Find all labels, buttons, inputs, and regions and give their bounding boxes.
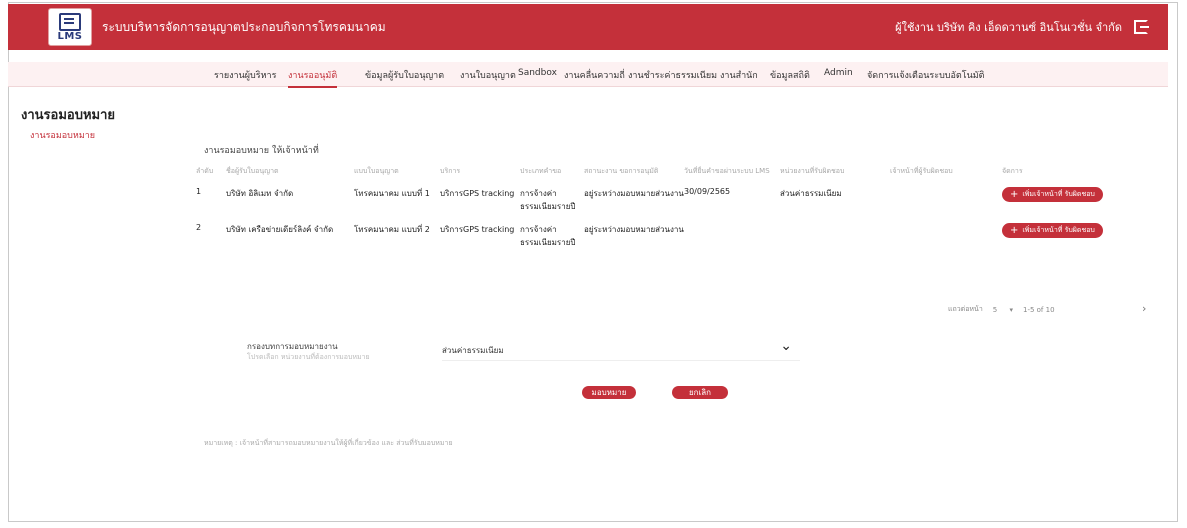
chevron-down-icon[interactable]: ⌄ — [780, 338, 792, 354]
nav-fee-payment[interactable]: งานชำระค่าธรรมเนียม — [628, 68, 717, 82]
rows-per-page-value: 5 — [992, 305, 998, 314]
main-nav: รายงานผู้บริหาร งานรออนุมัติ ข้อมูลผู้รั… — [8, 62, 1168, 88]
nav-sandbox[interactable]: Sandbox — [518, 68, 557, 78]
top-header: LMS ระบบบริหารจัดการอนุญาตประกอบกิจการโท… — [8, 4, 1168, 50]
rows-per-page-select[interactable]: 5 ▾ — [993, 306, 1013, 314]
cell-name: บริษัท อิลิเมท จำกัด — [226, 189, 294, 198]
cell-name: บริษัท เครือข่ายเดียร์ลิงค์ จำกัด — [226, 225, 334, 234]
col-header-service: บริการ — [440, 167, 461, 175]
cell-date: 30/09/2565 — [684, 187, 731, 196]
cell-request: การจ้างค่าธรรมเนียมรายปี — [520, 225, 576, 247]
document-icon — [59, 12, 81, 31]
logo-text: LMS — [57, 30, 83, 42]
cell-license: โทรคมนาคม แบบที่ 1 — [354, 189, 430, 198]
add-officer-button[interactable]: + เพิ่มเจ้าหน้าที่ รับผิดชอบ — [1002, 223, 1103, 238]
pagination: แถวต่อหน้า 5 ▾ 1-5 of 10 › — [948, 302, 1146, 315]
table-row: 2 บริษัท เครือข่ายเดียร์ลิงค์ จำกัด โทรค… — [196, 219, 1103, 255]
col-header-manage: จัดการ — [1002, 167, 1023, 175]
add-officer-label: เพิ่มเจ้าหน้าที่ รับผิดชอบ — [1022, 190, 1095, 198]
plus-icon: + — [1010, 224, 1019, 236]
unit-select-value: ส่วนค่าธรรมเนียม — [442, 346, 504, 355]
col-header-license: แบบใบอนุญาต — [354, 167, 399, 175]
table-header-row: ลำดับ ชื่อผู้รับใบอนุญาต แบบใบอนุญาต บริ… — [196, 166, 1103, 183]
lms-logo[interactable]: LMS — [48, 8, 92, 46]
nav-pending-approval[interactable]: งานรออนุมัติ — [288, 68, 338, 88]
cell-service: บริการGPS tracking — [440, 189, 515, 198]
nav-executive-report[interactable]: รายงานผู้บริหาร — [214, 68, 276, 82]
rows-per-page-label: แถวต่อหน้า — [948, 305, 983, 313]
cell-date — [684, 219, 780, 255]
section-title: งานรอมอบหมาย ให้เจ้าหน้าที่ — [204, 146, 319, 156]
cell-no: 1 — [196, 187, 202, 196]
user-name: ผู้ใช้งาน บริษัท คิง เอ็ดดวานซ์ อินโนเวช… — [895, 21, 1122, 34]
table-row: 1 บริษัท อิลิเมท จำกัด โทรคมนาคม แบบที่ … — [196, 183, 1103, 219]
cell-action: + เพิ่มเจ้าหน้าที่ รับผิดชอบ — [1002, 219, 1103, 255]
plus-icon: + — [1010, 188, 1019, 200]
unit-select[interactable]: ส่วนค่าธรรมเนียม ⌄ — [442, 338, 800, 361]
add-officer-label: เพิ่มเจ้าหน้าที่ รับผิดชอบ — [1022, 226, 1095, 234]
cell-officer — [890, 219, 1002, 255]
col-header-unit: หน่วยงานที่รับผิดชอบ — [780, 167, 845, 175]
page-range: 1-5 of 10 — [1022, 305, 1055, 314]
page-title: งานรอมอบหมาย — [21, 108, 116, 123]
col-header-request: ประเภทคำขอ — [520, 167, 562, 175]
breadcrumb[interactable]: งานรอมอบหมาย — [30, 128, 95, 142]
footer-note: หมายเหตุ : เจ้าหน้าที่สามารถมอบหมายงานให… — [204, 439, 453, 447]
col-header-name: ชื่อผู้รับใบอนุญาต — [226, 167, 279, 175]
cell-action: + เพิ่มเจ้าหน้าที่ รับผิดชอบ — [1002, 183, 1103, 219]
assign-filter-hint: โปรดเลือก หน่วยงานที่ต้องการมอบหมาย — [247, 353, 370, 361]
cell-officer — [890, 183, 1002, 219]
nav-office-work[interactable]: งานสำนัก — [720, 68, 758, 82]
nav-licensee-info[interactable]: ข้อมูลผู้รับใบอนุญาต — [365, 68, 444, 82]
cell-no: 2 — [196, 223, 202, 232]
cell-unit — [780, 219, 890, 255]
col-header-status: สถานะงาน ขอการอนุมัติ — [584, 167, 659, 175]
nav-admin[interactable]: Admin — [824, 68, 853, 78]
cell-request: การจ้างค่าธรรมเนียมรายปี — [520, 189, 576, 211]
assignment-table: ลำดับ ชื่อผู้รับใบอนุญาต แบบใบอนุญาต บริ… — [196, 166, 1103, 255]
cell-license: โทรคมนาคม แบบที่ 2 — [354, 225, 430, 234]
nav-license-work[interactable]: งานใบอนุญาต — [460, 68, 516, 82]
nav-statistics[interactable]: ข้อมูลสถิติ — [770, 68, 810, 82]
cell-service: บริการGPS tracking — [440, 225, 515, 234]
cell-status: อยู่ระหว่างมอบหมายส่วนงาน — [584, 225, 684, 234]
app-title: ระบบบริหารจัดการอนุญาตประกอบกิจการโทรคมน… — [102, 19, 386, 34]
add-officer-button[interactable]: + เพิ่มเจ้าหน้าที่ รับผิดชอบ — [1002, 187, 1103, 202]
user-area: ผู้ใช้งาน บริษัท คิง เอ็ดดวานซ์ อินโนเวช… — [895, 18, 1149, 36]
cancel-button[interactable]: ยกเลิก — [672, 386, 728, 399]
col-header-no: ลำดับ — [196, 167, 214, 175]
cell-status: อยู่ระหว่างมอบหมายส่วนงาน — [584, 189, 684, 198]
nav-auto-notification[interactable]: จัดการแจ้งเตือนระบบอัตโนมัติ — [867, 68, 985, 82]
assign-button[interactable]: มอบหมาย — [582, 386, 636, 399]
col-header-date: วันที่ยื่นคำขอผ่านระบบ LMS — [684, 167, 770, 175]
logout-icon[interactable] — [1134, 20, 1149, 34]
col-header-officer: เจ้าหน้าที่ผู้รับผิดชอบ — [890, 167, 953, 175]
chevron-right-icon[interactable]: › — [1142, 302, 1146, 315]
cell-unit: ส่วนค่าธรรมเนียม — [780, 189, 842, 198]
nav-frequency-work[interactable]: งานคลื่นความถี่ — [564, 68, 625, 82]
